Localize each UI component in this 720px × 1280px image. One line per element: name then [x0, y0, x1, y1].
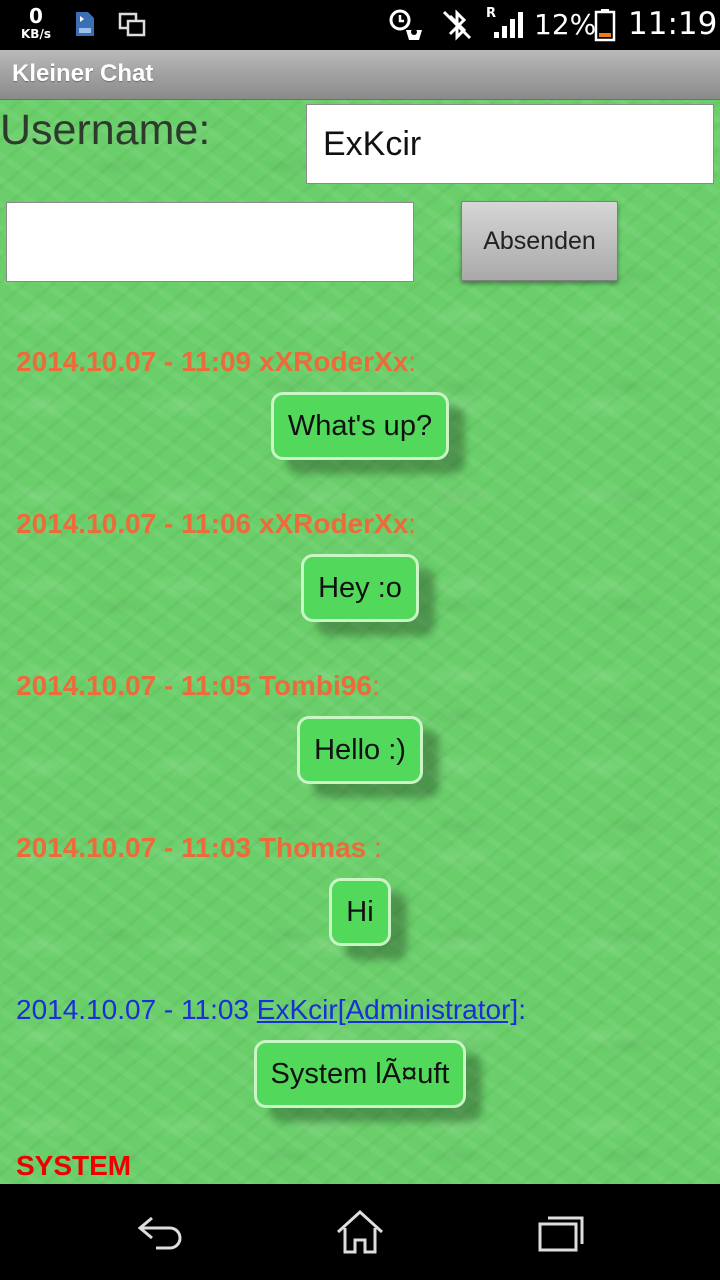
- chat-message-list[interactable]: 2014.10.07 - 11:09 xXRoderXx: What's up?…: [0, 340, 720, 1150]
- battery-percent: 12%: [534, 8, 597, 41]
- home-icon[interactable]: [330, 1204, 390, 1260]
- alarm-icon: [388, 8, 428, 48]
- network-speed: 0 KB/s: [16, 6, 56, 40]
- username-input[interactable]: ExKcir: [306, 104, 714, 184]
- chat-message: 2014.10.07 - 11:06 xXRoderXx: Hey :o: [0, 502, 720, 664]
- message-separator: :: [371, 670, 380, 701]
- message-bubble: System lÃ¤uft: [253, 1040, 467, 1108]
- message-bubble: Hello :): [297, 716, 423, 784]
- signal-icon: [492, 10, 526, 44]
- chat-message: 2014.10.07 - 11:03 Thomas : Hi: [0, 826, 720, 988]
- message-separator: :: [366, 832, 382, 863]
- message-header: 2014.10.07 - 11:09 xXRoderXx:: [16, 346, 416, 378]
- app-title: Kleiner Chat: [12, 60, 154, 87]
- admin-author-link[interactable]: ExKcir[Administrator]: [257, 994, 518, 1025]
- message-header: 2014.10.07 - 11:05 Tombi96:: [16, 670, 380, 702]
- system-label: SYSTEM: [16, 1150, 132, 1181]
- message-author: xXRoderXx: [258, 346, 409, 377]
- recent-apps-icon[interactable]: [532, 1204, 592, 1260]
- message-header: 2014.10.07 - 11:03 Thomas :: [16, 832, 382, 864]
- message-timestamp: 2014.10.07 - 11:03: [16, 994, 250, 1025]
- app-title-bar: Kleiner Chat: [0, 50, 720, 100]
- chat-message: 2014.10.07 - 11:05 Tombi96: Hello :): [0, 664, 720, 826]
- message-timestamp: 2014.10.07 - 11:05: [16, 670, 252, 701]
- message-header: 2014.10.07 - 11:03 ExKcir[Administrator]…: [16, 994, 526, 1026]
- network-speed-value: 0: [29, 4, 43, 28]
- message-separator: :: [408, 508, 417, 539]
- network-speed-unit: KB/s: [21, 27, 51, 41]
- message-author: Thomas: [258, 832, 367, 863]
- send-button[interactable]: Absenden: [461, 201, 618, 281]
- message-bubble: Hey :o: [301, 554, 419, 622]
- bluetooth-off-icon: [440, 8, 474, 46]
- screen-cast-icon: [118, 12, 146, 42]
- message-author: xXRoderXx: [258, 508, 409, 539]
- message-bubble: Hi: [329, 878, 391, 946]
- message-header: 2014.10.07 - 11:06 xXRoderXx:: [16, 508, 416, 540]
- status-bar: 0 KB/s R 12% 11:19: [0, 0, 720, 50]
- chat-screen: Username: ExKcir Absenden 2014.10.07 - 1…: [0, 100, 720, 1184]
- message-separator: :: [408, 346, 417, 377]
- message-timestamp: 2014.10.07 - 11:09: [16, 346, 252, 377]
- message-input[interactable]: [6, 202, 414, 282]
- message-author: Tombi96: [258, 670, 372, 701]
- back-icon[interactable]: [130, 1204, 190, 1260]
- message-separator: :: [518, 994, 526, 1025]
- clock: 11:19: [628, 6, 718, 42]
- username-label: Username:: [0, 106, 211, 154]
- sd-card-icon: [72, 10, 96, 42]
- message-timestamp: 2014.10.07 - 11:06: [16, 508, 252, 539]
- navigation-bar: [0, 1184, 720, 1280]
- chat-message: 2014.10.07 - 11:03 ExKcir[Administrator]…: [0, 988, 720, 1150]
- message-bubble: What's up?: [270, 392, 450, 460]
- message-timestamp: 2014.10.07 - 11:03: [16, 832, 252, 863]
- chat-message: 2014.10.07 - 11:09 xXRoderXx: What's up?: [0, 340, 720, 502]
- battery-icon: [594, 8, 616, 46]
